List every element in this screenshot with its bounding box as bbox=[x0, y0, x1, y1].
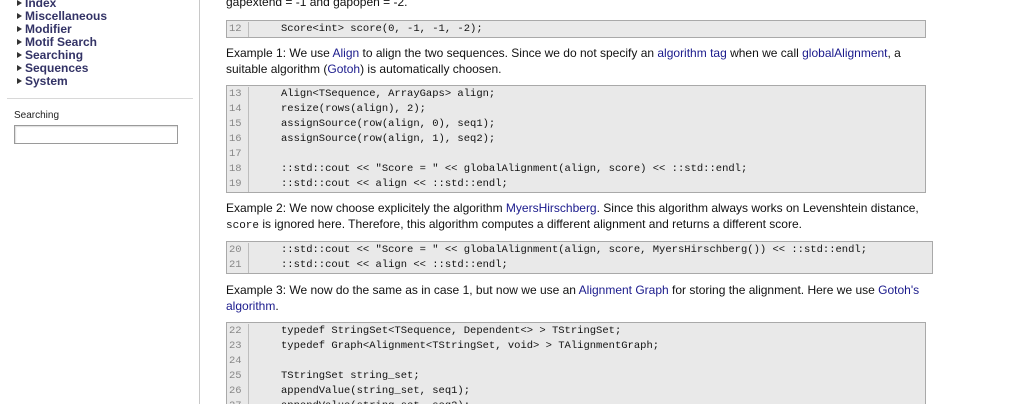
nav-item-label[interactable]: Modifier bbox=[25, 22, 72, 36]
line-number: 16 bbox=[227, 132, 249, 147]
nav-item-label[interactable]: Searching bbox=[25, 48, 83, 62]
line-number: 12 bbox=[227, 22, 249, 37]
code-block-4: 22 typedef StringSet<TSequence, Dependent… bbox=[226, 322, 926, 404]
line-number: 25 bbox=[227, 369, 249, 384]
code-text: ::std::cout << align << ::std::endl; bbox=[281, 178, 508, 190]
expand-triangle-icon[interactable] bbox=[17, 77, 22, 84]
code-line: 18::std::cout << "Score = " << globalAli… bbox=[227, 162, 925, 177]
code-block-3: 20::std::cout << "Score = " << globalAli… bbox=[226, 241, 933, 274]
code-block-2: 13 Align<TSequence, ArrayGaps> align; 14 re… bbox=[226, 85, 926, 193]
code-text: ::std::cout << "Score = " << globalAlign… bbox=[281, 163, 748, 175]
sidebar-nav: Index Miscellaneous Modifier Motif Searc… bbox=[17, 0, 107, 88]
nav-item-label[interactable]: System bbox=[25, 74, 68, 88]
line-number: 20 bbox=[227, 243, 249, 258]
code-line: 16 assignSource(row(align, 1), seq2); bbox=[227, 132, 925, 147]
link-algorithm-tag[interactable]: algorithm tag bbox=[657, 46, 726, 60]
text: . Since this algorithm always works on L… bbox=[596, 201, 919, 215]
code-text: Score<int> score(0, -1, -1, -2); bbox=[281, 23, 483, 35]
text: to align the two sequences. Since we do … bbox=[359, 46, 658, 60]
line-number: 21 bbox=[227, 258, 249, 273]
code-text: ::std::cout << align << ::std::endl; bbox=[281, 259, 508, 271]
text: for storing the alignment. Here we use bbox=[668, 283, 879, 297]
code-line: 13 Align<TSequence, ArrayGaps> align; bbox=[227, 87, 925, 102]
code-line: 27 appendValue(string_set, seq2); bbox=[227, 399, 925, 404]
expand-triangle-icon[interactable] bbox=[17, 51, 22, 58]
line-number: 19 bbox=[227, 177, 249, 192]
code-line: 25 TStringSet string_set; bbox=[227, 369, 925, 384]
code-text: ::std::cout << "Score = " << globalAlign… bbox=[281, 244, 867, 256]
main-content: gapextend = -1 and gapopen = -2. 12 Score… bbox=[201, 0, 1009, 404]
code-line: 14 resize(rows(align), 2); bbox=[227, 102, 925, 117]
code-text: TStringSet string_set; bbox=[281, 370, 420, 382]
line-number: 26 bbox=[227, 384, 249, 399]
text: ) is automatically choosen. bbox=[360, 62, 502, 76]
nav-item-modifier[interactable]: Modifier bbox=[17, 22, 107, 36]
code-text: Align<TSequence, ArrayGaps> align; bbox=[281, 88, 496, 100]
inline-code-score: score bbox=[226, 220, 260, 232]
nav-item-system[interactable]: System bbox=[17, 74, 107, 88]
code-text: resize(rows(align), 2); bbox=[281, 103, 426, 115]
example-2-text: Example 2: We now choose explicitely the… bbox=[226, 200, 936, 234]
code-line: 24 bbox=[227, 354, 925, 369]
code-block-1: 12 Score<int> score(0, -1, -1, -2); bbox=[226, 20, 926, 38]
line-number: 27 bbox=[227, 399, 249, 404]
code-line: 15 assignSource(row(align, 0), seq1); bbox=[227, 117, 925, 132]
nav-item-sequences[interactable]: Sequences bbox=[17, 61, 107, 75]
text: Example 3: We now do the same as in case… bbox=[226, 283, 579, 297]
line-number: 24 bbox=[227, 354, 249, 369]
code-line: 21::std::cout << align << ::std::endl; bbox=[227, 258, 932, 273]
code-line: 23 typedef Graph<Alignment<TStringSet, vo… bbox=[227, 339, 925, 354]
code-text: assignSource(row(align, 0), seq1); bbox=[281, 118, 496, 130]
nav-item-motif-search[interactable]: Motif Search bbox=[17, 35, 107, 49]
expand-triangle-icon[interactable] bbox=[17, 25, 22, 32]
expand-triangle-icon[interactable] bbox=[17, 12, 22, 19]
link-gotoh[interactable]: Gotoh bbox=[327, 62, 360, 76]
nav-item-miscellaneous[interactable]: Miscellaneous bbox=[17, 9, 107, 23]
code-line: 22 typedef StringSet<TSequence, Dependent… bbox=[227, 324, 925, 339]
text: is ignored here. Therefore, this algorit… bbox=[259, 217, 802, 231]
code-line: 17 bbox=[227, 147, 925, 162]
nav-item-searching[interactable]: Searching bbox=[17, 48, 107, 62]
nav-item-label[interactable]: Miscellaneous bbox=[25, 9, 107, 23]
code-line: 20::std::cout << "Score = " << globalAli… bbox=[227, 243, 932, 258]
line-number: 17 bbox=[227, 147, 249, 162]
sidebar-divider bbox=[7, 98, 193, 99]
example-1-text: Example 1: We use Align to align the two… bbox=[226, 45, 936, 77]
line-number: 13 bbox=[227, 87, 249, 102]
expand-triangle-icon[interactable] bbox=[17, 0, 22, 6]
sidebar: Index Miscellaneous Modifier Motif Searc… bbox=[0, 0, 200, 404]
code-line: 26 appendValue(string_set, seq1); bbox=[227, 384, 925, 399]
code-line: 19::std::cout << align << ::std::endl; bbox=[227, 177, 925, 192]
code-text: typedef StringSet<TSequence, Dependent<>… bbox=[281, 325, 622, 337]
code-text: typedef Graph<Alignment<TStringSet, void… bbox=[281, 340, 660, 352]
line-number: 15 bbox=[227, 117, 249, 132]
nav-item-label[interactable]: Motif Search bbox=[25, 35, 97, 49]
line-number: 22 bbox=[227, 324, 249, 339]
text: . bbox=[275, 299, 279, 313]
example-3-text: Example 3: We now do the same as in case… bbox=[226, 282, 936, 314]
code-line: 12 Score<int> score(0, -1, -1, -2); bbox=[227, 22, 925, 37]
expand-triangle-icon[interactable] bbox=[17, 38, 22, 45]
search-label: Searching bbox=[14, 110, 60, 121]
top-line: gapextend = -1 and gapopen = -2. bbox=[226, 0, 408, 9]
line-number: 23 bbox=[227, 339, 249, 354]
line-number: 18 bbox=[227, 162, 249, 177]
code-text: assignSource(row(align, 1), seq2); bbox=[281, 133, 496, 145]
code-text: appendValue(string_set, seq2); bbox=[281, 399, 470, 404]
text: Example 1: We use bbox=[226, 46, 333, 60]
text: Example 2: We now choose explicitely the… bbox=[226, 201, 506, 215]
line-number: 14 bbox=[227, 102, 249, 117]
link-myers-hirschberg[interactable]: MyersHirschberg bbox=[506, 201, 597, 215]
nav-item-label[interactable]: Sequences bbox=[25, 61, 88, 75]
link-alignment-graph[interactable]: Alignment Graph bbox=[579, 283, 669, 297]
expand-triangle-icon[interactable] bbox=[17, 64, 22, 71]
code-text: appendValue(string_set, seq1); bbox=[281, 385, 471, 397]
link-align[interactable]: Align bbox=[333, 46, 360, 60]
text: when we call bbox=[726, 46, 803, 60]
search-input[interactable] bbox=[14, 125, 178, 144]
link-global-alignment[interactable]: globalAlignment bbox=[802, 46, 887, 60]
